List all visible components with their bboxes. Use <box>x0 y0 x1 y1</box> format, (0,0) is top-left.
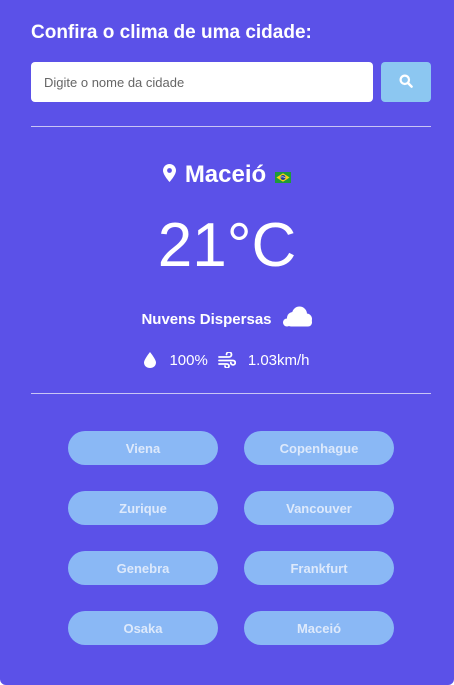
wind-icon <box>217 352 236 368</box>
city-search-input[interactable] <box>31 62 373 102</box>
city-button-copenhague[interactable]: Copenhague <box>244 431 394 465</box>
city-button-genebra[interactable]: Genebra <box>68 551 218 585</box>
search-button[interactable] <box>381 62 431 102</box>
weather-description-row: Nuvens Dispersas <box>0 304 454 334</box>
page-title: Confira o clima de uma cidade: <box>31 22 312 43</box>
city-name: Maceió <box>184 161 267 188</box>
city-button-maceio[interactable]: Maceió <box>244 611 394 645</box>
city-button-osaka[interactable]: Osaka <box>68 611 218 645</box>
weather-card: Confira o clima de uma cidade: Maceió <box>0 0 454 685</box>
brazil-flag-icon <box>275 170 292 183</box>
city-button-viena[interactable]: Viena <box>68 431 218 465</box>
top-divider <box>31 126 431 127</box>
city-button-zurique[interactable]: Zurique <box>68 491 218 525</box>
humidity-value: 100% <box>169 351 208 369</box>
city-suggestions-grid: Viena Copenhague Zurique Vancouver Geneb… <box>68 431 394 645</box>
temperature: 21°C <box>157 211 297 280</box>
wind-speed-value: 1.03km/h <box>247 351 310 369</box>
cloud-icon <box>281 306 313 333</box>
location-pin-icon <box>162 163 176 187</box>
droplet-icon <box>144 352 157 368</box>
weather-details-row: 100% 1.03km/h <box>0 347 454 373</box>
search-icon <box>399 74 413 91</box>
city-button-vancouver[interactable]: Vancouver <box>244 491 394 525</box>
weather-description: Nuvens Dispersas <box>141 310 272 328</box>
city-button-frankfurt[interactable]: Frankfurt <box>244 551 394 585</box>
city-heading: Maceió <box>0 158 454 192</box>
bottom-divider <box>31 393 431 394</box>
